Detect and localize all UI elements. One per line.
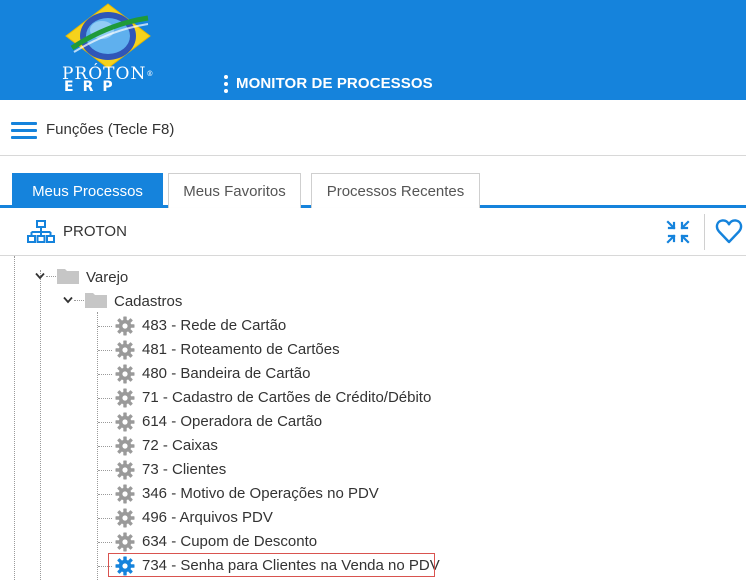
functions-label[interactable]: Funções (Tecle F8) (46, 121, 174, 138)
gear-icon (115, 484, 135, 504)
process-item[interactable]: 481 - Roteamento de Cartões (112, 339, 442, 361)
tree-line (98, 350, 112, 351)
process-item[interactable]: 480 - Bandeira de Cartão (112, 363, 442, 385)
gear-icon (115, 508, 135, 528)
heart-icon[interactable] (715, 218, 743, 244)
tab-meus-processos[interactable]: Meus Processos (12, 173, 163, 208)
process-item-label: 483 - Rede de Cartão (142, 317, 287, 334)
tree-line (98, 494, 112, 495)
process-item[interactable]: 614 - Operadora de Cartão (112, 411, 442, 433)
tree-line (98, 398, 112, 399)
tree-line (98, 446, 112, 447)
functions-bar: Funções (Tecle F8) (0, 100, 746, 156)
process-item-label: 614 - Operadora de Cartão (142, 413, 323, 430)
tab-bar: Meus Processos Meus Favoritos Processos … (0, 156, 746, 208)
tree-line (14, 256, 15, 580)
process-item[interactable]: 73 - Clientes (112, 459, 442, 481)
app-title: MONITOR DE PROCESSOS (236, 75, 433, 92)
logo-erp: ERP (64, 79, 122, 95)
tab-processos-recentes[interactable]: Processos Recentes (311, 173, 480, 208)
process-item-label: 346 - Motivo de Operações no PDV (142, 485, 379, 502)
process-item-label: 73 - Clientes (142, 461, 227, 478)
gear-icon (115, 388, 135, 408)
gear-icon (115, 460, 135, 480)
hamburger-icon[interactable] (11, 120, 37, 140)
folder-label-cadastros[interactable]: Cadastros (114, 293, 182, 311)
app-header: PRÓTON® ERP MONITOR DE PROCESSOS (0, 0, 746, 100)
process-item-label: 480 - Bandeira de Cartão (142, 365, 311, 382)
tree-line (98, 374, 112, 375)
gear-icon (115, 364, 135, 384)
tree-line (98, 542, 112, 543)
process-item[interactable]: 72 - Caixas (112, 435, 442, 457)
process-item-label: 634 - Cupom de Desconto (142, 533, 318, 550)
tree-header: PROTON (0, 208, 746, 256)
collapse-arrows-icon[interactable] (665, 219, 691, 245)
tree-line (98, 470, 112, 471)
divider (704, 214, 705, 250)
gear-icon (115, 532, 135, 552)
kebab-icon[interactable] (224, 75, 228, 93)
tree-line (74, 300, 84, 301)
process-item[interactable]: 496 - Arquivos PDV (112, 507, 442, 529)
process-tree: Varejo Cadastros 483 - Rede de Cartão 481… (0, 256, 746, 580)
folder-icon (57, 269, 79, 284)
chevron-down-icon[interactable] (63, 296, 73, 304)
gear-icon (115, 340, 135, 360)
gear-icon (115, 316, 135, 336)
folder-icon (85, 293, 107, 308)
chevron-down-icon[interactable] (35, 272, 45, 280)
process-item-label: 481 - Roteamento de Cartões (142, 341, 340, 358)
process-item-label: 496 - Arquivos PDV (142, 509, 273, 526)
gear-icon (115, 412, 135, 432)
tree-line (40, 270, 41, 580)
tree-line (98, 422, 112, 423)
process-item[interactable]: 483 - Rede de Cartão (112, 315, 442, 337)
tree-root-label[interactable]: PROTON (63, 223, 127, 240)
process-item[interactable]: 346 - Motivo de Operações no PDV (112, 483, 442, 505)
tree-line (98, 326, 112, 327)
folder-label-varejo[interactable]: Varejo (86, 269, 128, 287)
gear-icon (115, 436, 135, 456)
process-item-label: 71 - Cadastro de Cartões de Crédito/Débi… (142, 389, 432, 406)
process-item-label: 72 - Caixas (142, 437, 218, 454)
selection-highlight (108, 553, 435, 577)
org-chart-icon (27, 220, 55, 243)
process-item[interactable]: 71 - Cadastro de Cartões de Crédito/Débi… (112, 387, 442, 409)
process-item[interactable]: 634 - Cupom de Desconto (112, 531, 442, 553)
tree-line (98, 518, 112, 519)
tab-meus-favoritos[interactable]: Meus Favoritos (168, 173, 301, 208)
tree-line (46, 276, 56, 277)
